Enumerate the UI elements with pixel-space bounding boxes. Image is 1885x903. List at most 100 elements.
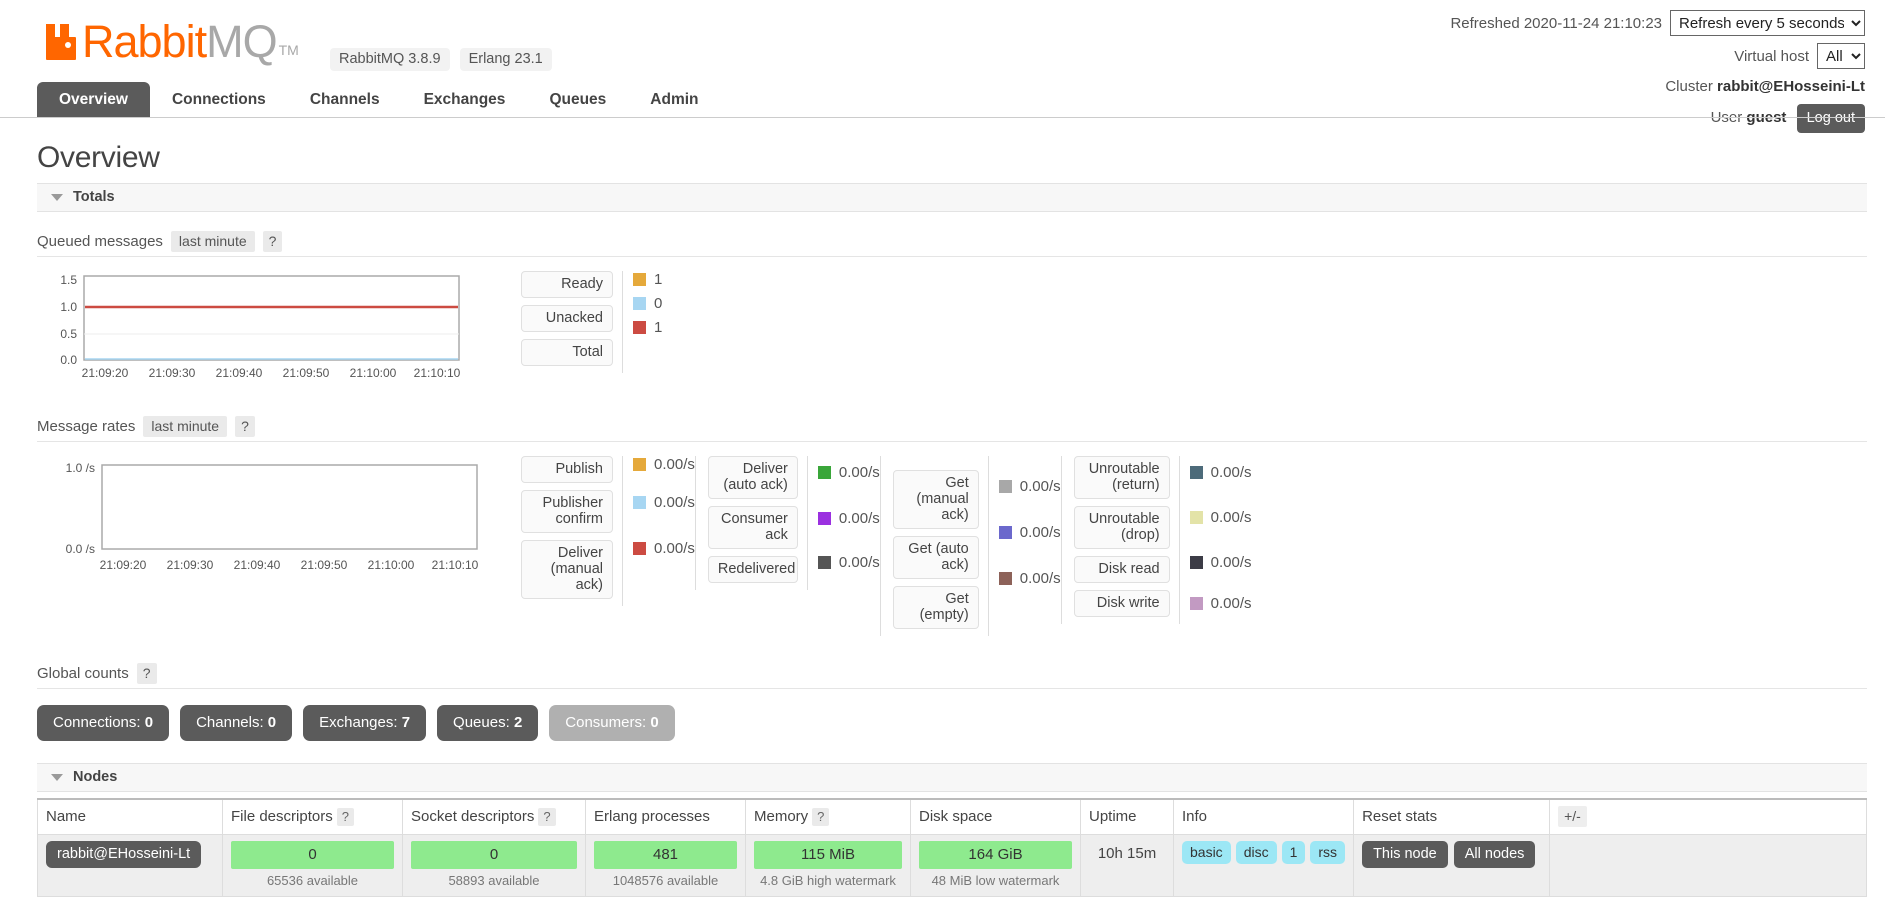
info-tag-rss[interactable]: rss [1310,841,1346,864]
legend-value-total: 1 [633,319,662,336]
count-value-queues: 2 [513,714,523,731]
swatch-unacked-icon [633,297,646,310]
reset-all-nodes-button[interactable]: All nodes [1453,841,1536,868]
legend-name-get-auto-ack[interactable]: Get (auto ack) [892,536,979,579]
legend-name-publish[interactable]: Publish [521,456,613,483]
file-descriptors-help-icon[interactable]: ? [336,808,354,826]
legend-value-deliver-manual-ack: 0.00/s [633,540,695,557]
message-rates-help-icon[interactable]: ? [235,416,255,437]
col-file-descriptors[interactable]: File descriptors? [222,798,403,835]
cell-info: basic disc 1 rss [1172,834,1355,897]
rates-legend-group-deliver: Deliver (auto ack) Consumer ack Redelive… [694,456,880,590]
message-rates-header: Message rates last minute ? [37,411,1867,442]
chevron-down-icon [51,193,63,201]
swatch-redelivered-icon [817,556,831,569]
legend-name-ready[interactable]: Ready [521,271,613,298]
swatch-publish-icon [633,458,646,471]
tab-connections[interactable]: Connections [150,82,288,117]
swatch-publisher-confirm-icon [633,496,646,509]
socket-descriptors-note: 58893 available [448,873,540,888]
col-erlang-processes[interactable]: Erlang processes [585,798,746,835]
swatch-get-empty-icon [998,572,1012,585]
legend-name-unacked[interactable]: Unacked [521,305,613,332]
col-file-descriptors-label: File descriptors [231,808,333,825]
global-counts-help-icon[interactable]: ? [136,663,157,684]
col-socket-descriptors[interactable]: Socket descriptors? [402,798,586,835]
count-badge-consumers[interactable]: Consumers: 0 [549,705,675,741]
info-tag-basic[interactable]: basic [1182,841,1231,864]
tab-overview[interactable]: Overview [37,82,150,117]
message-rates-chart: 1.0 /s 0.0 /s 21:09:20 21:09:30 21:09:40… [37,456,487,576]
legend-value-get-manual-ack: 0.00/s [998,478,1061,495]
logo-text-rabbit: Rabbit [82,16,207,67]
col-memory-label: Memory [754,808,809,825]
count-badge-channels[interactable]: Channels: 0 [180,705,293,741]
legend-name-deliver-auto-ack[interactable]: Deliver (auto ack) [707,456,798,499]
disk-space-value: 164 GiB [919,841,1072,869]
section-header-nodes[interactable]: Nodes [37,763,1867,792]
legend-rate-unroutable-drop: 0.00/s [1210,509,1252,526]
logo-trademark: TM [278,42,299,58]
message-rates-period[interactable]: last minute [143,416,228,437]
col-info[interactable]: Info [1172,798,1355,835]
message-rates-plot: 1.0 /s 0.0 /s 21:09:20 21:09:30 21:09:40… [66,461,479,572]
queued-messages-period[interactable]: last minute [170,231,255,252]
queued-messages-help-icon[interactable]: ? [262,231,283,252]
legend-name-consumer-ack[interactable]: Consumer ack [707,506,798,549]
legend-name-get-manual-ack[interactable]: Get (manual ack) [892,470,979,529]
tab-channels[interactable]: Channels [288,82,402,117]
count-badge-connections[interactable]: Connections: 0 [37,705,170,741]
vhost-select[interactable]: All [1817,43,1865,69]
legend-value-consumer-ack: 0.00/s [817,510,880,527]
count-value-exchanges: 7 [401,714,411,731]
memory-help-icon[interactable]: ? [812,808,830,826]
section-header-totals[interactable]: Totals [37,183,1867,212]
legend-name-unroutable-return[interactable]: Unroutable (return) [1073,456,1170,499]
legend-value-disk-read: 0.00/s [1189,554,1252,571]
legend-name-total[interactable]: Total [521,339,613,366]
tab-exchanges[interactable]: Exchanges [402,82,528,117]
reset-this-node-button[interactable]: This node [1362,841,1448,868]
legend-name-disk-read[interactable]: Disk read [1073,556,1170,583]
tab-queues[interactable]: Queues [527,82,628,117]
legend-name-unroutable-drop[interactable]: Unroutable (drop) [1073,506,1170,549]
col-disk-space[interactable]: Disk space [910,798,1081,835]
column-toggle-button[interactable]: +/- [1558,806,1587,827]
erlang-version-badge: Erlang 23.1 [459,48,552,71]
cell-memory: 115 MiB 4.8 GiB high watermark [745,834,911,897]
rabbitmq-logo[interactable]: RabbitMQ TM [44,19,299,64]
legend-rate-get-auto-ack: 0.00/s [1019,524,1061,541]
legend-name-disk-write[interactable]: Disk write [1073,590,1170,617]
swatch-disk-write-icon [1189,597,1203,610]
info-tag-list: basic disc 1 rss [1182,841,1346,864]
legend-name-deliver-manual-ack[interactable]: Deliver (manual ack) [521,540,613,599]
legend-name-publisher-confirm[interactable]: Publisher confirm [521,490,613,533]
legend-name-get-empty[interactable]: Get (empty) [892,586,979,629]
count-badge-queues[interactable]: Queues: 2 [437,705,539,741]
count-value-channels: 0 [267,714,277,731]
legend-name-redelivered[interactable]: Redelivered [707,556,798,583]
count-label-channels: Channels: [196,714,264,731]
count-badge-exchanges[interactable]: Exchanges: 7 [303,705,427,741]
node-name-link[interactable]: rabbit@EHosseini-Lt [46,841,202,868]
socket-descriptors-help-icon[interactable]: ? [538,808,556,826]
refresh-interval-select[interactable]: Refresh every 5 seconds [1670,10,1865,36]
legend-value-deliver-auto-ack: 0.00/s [817,464,880,481]
rabbitmq-version-badge: RabbitMQ 3.8.9 [330,48,450,71]
col-uptime[interactable]: Uptime [1080,798,1174,835]
rates-values-unroutable: 0.00/s 0.00/s 0.00/s 0.00/s [1178,456,1252,624]
tab-admin[interactable]: Admin [628,82,720,117]
swatch-deliver-auto-ack-icon [817,466,831,479]
info-tag-count[interactable]: 1 [1281,841,1306,864]
col-name[interactable]: Name [37,798,223,835]
count-value-connections: 0 [144,714,154,731]
cell-reset-stats: This node All nodes [1353,834,1551,897]
col-plusminus: +/- [1549,798,1867,835]
vhost-row: Virtual host All [1450,43,1865,69]
legend-value-get-auto-ack: 0.00/s [998,524,1061,541]
info-tag-disc[interactable]: disc [1235,841,1277,864]
rates-values-deliver: 0.00/s 0.00/s 0.00/s [806,456,880,590]
col-memory[interactable]: Memory? [745,798,911,835]
count-label-consumers: Consumers: [565,714,647,731]
swatch-consumer-ack-icon [817,512,831,525]
